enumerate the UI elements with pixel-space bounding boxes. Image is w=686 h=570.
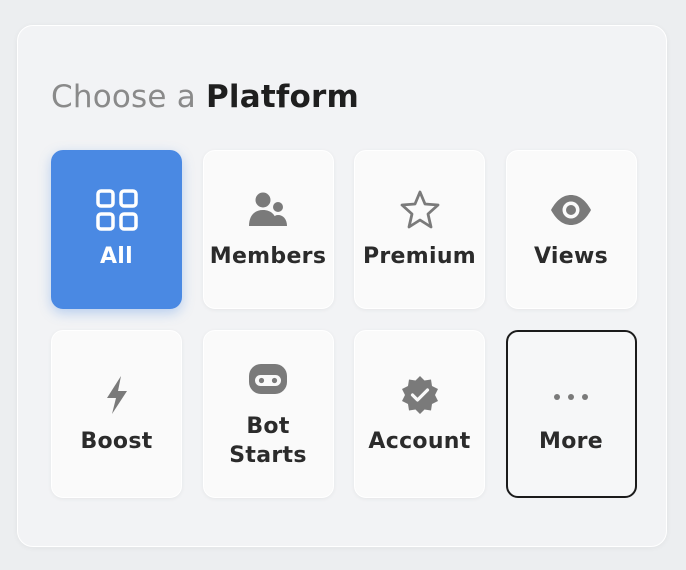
eye-icon <box>549 188 593 232</box>
platform-tile-premium[interactable]: Premium <box>354 150 485 309</box>
platform-tile-all[interactable]: All <box>51 150 182 309</box>
tile-label: All <box>99 244 133 269</box>
panel-heading: Choose a Platform <box>51 78 359 116</box>
platform-tile-more[interactable]: More <box>505 330 637 498</box>
tile-label: Members <box>209 244 327 269</box>
heading-strong: Platform <box>205 79 360 115</box>
heading-prefix: Choose a <box>51 79 196 115</box>
platform-tile-bot-starts[interactable]: Bot Starts <box>202 330 334 498</box>
tile-label: Boost <box>80 428 153 454</box>
users-icon <box>246 188 290 232</box>
platform-panel: Choose a Platform All Members Premium Vi… <box>17 25 667 547</box>
star-icon <box>398 188 442 232</box>
robot-icon <box>246 358 290 402</box>
platform-tile-members[interactable]: Members <box>202 150 334 309</box>
platform-tile-account[interactable]: Account <box>354 330 485 498</box>
tile-label: Bot Starts <box>229 414 307 468</box>
lightning-icon <box>95 373 139 417</box>
tile-label: Account <box>368 428 471 454</box>
more-dots-icon <box>549 373 593 417</box>
grid-icon <box>95 188 139 232</box>
tile-label: Views <box>533 244 609 269</box>
verified-badge-icon <box>398 373 442 417</box>
tile-label: More <box>539 428 603 454</box>
platform-tile-views[interactable]: Views <box>505 150 637 309</box>
platform-grid: All Members Premium Views Boost Bot Star… <box>51 150 637 498</box>
tile-label: Premium <box>362 244 477 269</box>
platform-tile-boost[interactable]: Boost <box>51 330 182 498</box>
